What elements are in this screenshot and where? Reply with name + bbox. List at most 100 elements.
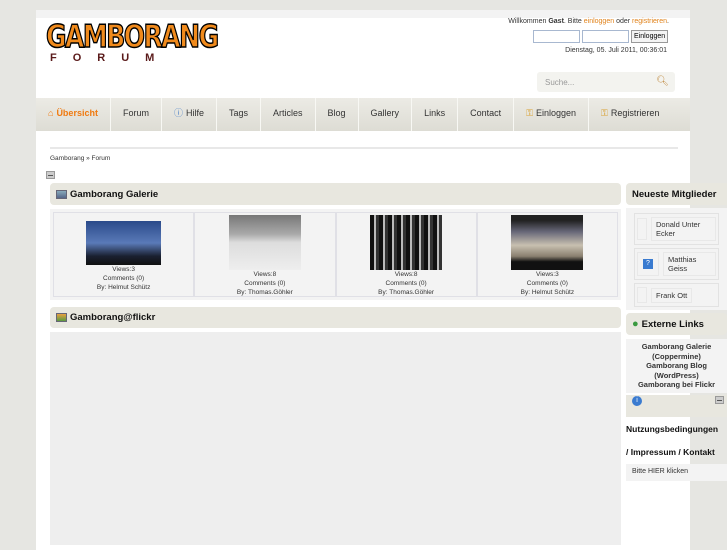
views: Views:3 (112, 266, 135, 273)
link-galerie[interactable]: Gamborang Galerie (Coppermine) (626, 342, 727, 361)
search-placeholder: Suche... (545, 78, 575, 87)
nav-label: Contact (470, 108, 502, 118)
nav-hilfe[interactable]: ⓘ Hilfe (162, 98, 217, 131)
member-name[interactable]: Frank Ott (651, 287, 693, 303)
flickr-header: Gamborang@flickr (50, 307, 621, 328)
nav-label: Gallery (370, 108, 400, 118)
links-title: Externe Links (641, 318, 704, 330)
search-input[interactable]: Suche... 🔍︎ (537, 72, 675, 92)
logo-text: GAMBORANG (45, 18, 219, 55)
external-links: Gamborang Galerie (Coppermine) Gamborang… (626, 339, 727, 393)
nav-articles[interactable]: Articles (261, 98, 316, 131)
member-item[interactable]: Frank Ott (634, 283, 719, 307)
comments-link[interactable]: Comments (0) (337, 279, 476, 288)
password-input[interactable] (582, 30, 629, 43)
nav-label: Articles (273, 108, 303, 118)
nav-contact[interactable]: Contact (458, 98, 515, 131)
gallery-header: Gamborang Galerie (50, 183, 621, 205)
author: By: Thomas.Göhler (378, 289, 435, 296)
register-link[interactable]: registrieren (632, 18, 667, 25)
info-icon: i (632, 396, 642, 406)
views: Views:8 (394, 271, 418, 278)
nav-blog[interactable]: Blog (316, 98, 359, 131)
search-icon[interactable]: 🔍︎ (656, 76, 669, 87)
flickr-title: Gamborang@flickr (70, 312, 156, 323)
welcome-or: oder (614, 18, 633, 25)
gallery-thumbnail[interactable] (86, 221, 162, 265)
nav-links[interactable]: Links (412, 98, 459, 131)
key-icon: ⚿ (526, 108, 533, 118)
gallery-thumbnail[interactable] (370, 215, 443, 270)
nav-label: Tags (229, 108, 249, 118)
nav-registrieren[interactable]: ⚿ Registrieren (589, 98, 671, 131)
avatar (637, 287, 647, 303)
nav-label: Blog (327, 108, 346, 118)
globe-icon: ● (632, 318, 639, 330)
link-blog[interactable]: Gamborang Blog (WordPress) (626, 361, 727, 380)
gallery-icon (56, 189, 67, 199)
nav-label: Einloggen (535, 108, 577, 118)
members-title: Neueste Mitglieder (632, 188, 717, 200)
logo[interactable]: GAMBORANG FORUM (45, 18, 219, 66)
nav-einloggen[interactable]: ⚿ Einloggen (514, 98, 590, 131)
welcome-mid: . Bitte (563, 18, 584, 25)
nav-label: Hilfe (185, 108, 204, 118)
comments-link[interactable]: Comments (0) (195, 279, 334, 288)
member-name[interactable]: Matthias Geiss (663, 252, 716, 276)
nav-gallery[interactable]: Gallery (359, 98, 413, 131)
terms-link[interactable]: Nutzungsbedingungen (626, 424, 727, 434)
author: By: Helmut Schütz (520, 289, 575, 296)
top-strip (36, 10, 690, 18)
key-plus-icon: ⚿ (601, 108, 608, 118)
avatar (637, 218, 647, 240)
help-icon: ⓘ (173, 108, 183, 118)
links-header: ● Externe Links (626, 313, 727, 335)
members-header: Neueste Mitglieder (626, 183, 727, 205)
avatar-placeholder-icon: ? (643, 259, 653, 269)
nav-label: Übersicht (56, 108, 98, 118)
gallery-item[interactable]: Views:3 Comments (0) By: Helmut Schütz (53, 212, 195, 297)
comments-link[interactable]: Comments (0) (54, 274, 193, 283)
nav-uebersicht[interactable]: ⌂ Übersicht (36, 98, 111, 131)
current-date: Dienstag, 05. Juli 2011, 00:36:01 (565, 47, 667, 54)
comments-link[interactable]: Comments (0) (478, 279, 617, 288)
gallery-thumbnail[interactable] (228, 215, 301, 270)
member-name[interactable]: Donald Unter Ecker (651, 217, 716, 241)
divider (50, 147, 678, 149)
nav-label: Registrieren (610, 108, 660, 118)
guest-label: Gast (548, 18, 564, 25)
collapse-icon[interactable] (46, 171, 55, 179)
nav-tags[interactable]: Tags (217, 98, 262, 131)
author: By: Helmut Schütz (96, 284, 151, 291)
gallery-grid: Views:3 Comments (0) By: Helmut Schütz Vie… (50, 209, 621, 300)
logo-subtext: FORUM (50, 52, 171, 64)
gallery-thumbnail[interactable] (511, 215, 584, 270)
main-nav: ⌂ Übersicht Forum ⓘ Hilfe Tags Articles Bl… (36, 98, 690, 131)
gallery-item[interactable]: Views:8 Comments (0) By: Thomas.Göhler (335, 212, 477, 297)
impressum-link[interactable]: / Impressum / (626, 447, 683, 457)
login-link[interactable]: einloggen (584, 18, 614, 25)
members-list: Donald Unter Ecker ? Matthias Geiss Frank… (626, 208, 727, 310)
welcome-end: . (667, 18, 669, 25)
login-button[interactable]: Einloggen (631, 30, 669, 43)
login-form: Einloggen (533, 30, 669, 43)
views: Views:8 (253, 271, 277, 278)
welcome-text: Willkommen Gast. Bitte einloggen oder re… (508, 18, 669, 25)
gallery-item[interactable]: Views:3 Comments (0) By: Helmut Schütz (476, 212, 618, 297)
nav-label: Links (424, 108, 446, 118)
author: By: Thomas.Göhler (236, 289, 293, 296)
nav-label: Forum (122, 108, 149, 118)
views: Views:3 (536, 271, 559, 278)
collapse-icon[interactable] (715, 396, 724, 404)
home-icon: ⌂ (48, 108, 54, 118)
kontakt-link[interactable]: Kontakt (683, 447, 715, 457)
nav-forum[interactable]: Forum (111, 98, 162, 131)
member-item[interactable]: ? Matthias Geiss (634, 248, 719, 280)
link-flickr[interactable]: Gamborang bei Flickr (626, 380, 727, 390)
welcome-prefix: Willkommen (508, 18, 547, 25)
breadcrumb[interactable]: Gamborang » Forum (50, 155, 110, 162)
member-item[interactable]: Donald Unter Ecker (634, 213, 719, 245)
click-here-link[interactable]: Bitte HIER klicken (626, 464, 727, 481)
gallery-item[interactable]: Views:8 Comments (0) By: Thomas.Göhler (194, 212, 336, 297)
username-input[interactable] (533, 30, 580, 43)
